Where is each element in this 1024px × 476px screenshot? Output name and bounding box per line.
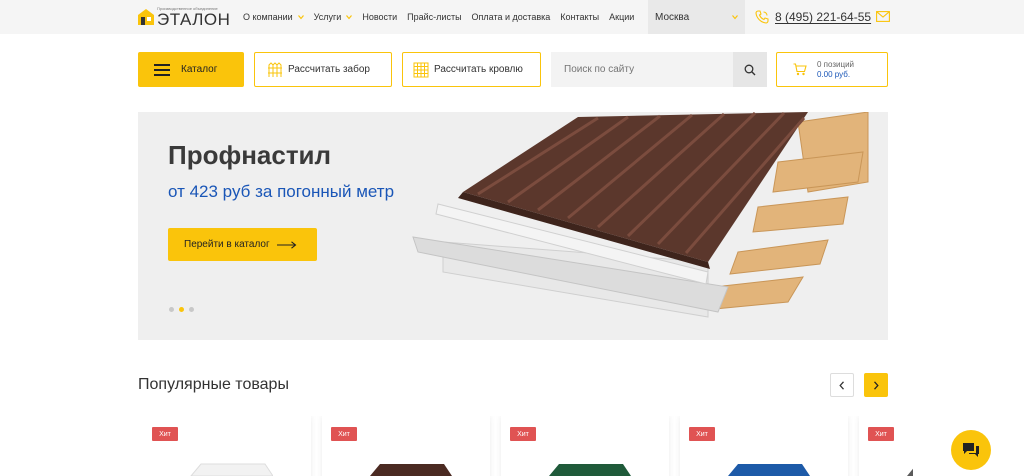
product-card[interactable]: Хит — [859, 416, 913, 476]
phone-number: 8 (495) 221-64-55 — [775, 10, 872, 24]
nav-item-company[interactable]: О компании — [243, 12, 304, 22]
chevron-right-icon — [874, 380, 879, 390]
product-image — [370, 464, 452, 476]
catalog-label: Каталог — [181, 64, 218, 75]
search-bar — [551, 52, 767, 87]
cart-icon — [793, 63, 807, 76]
product-card[interactable]: Хит — [143, 416, 311, 476]
product-card[interactable]: Хит — [680, 416, 848, 476]
roof-sheet-image — [412, 112, 869, 318]
search-button[interactable] — [733, 52, 767, 87]
hit-badge: Хит — [510, 427, 536, 441]
chevron-down-icon — [297, 15, 304, 20]
chevron-down-icon — [346, 15, 353, 20]
arrow-right-icon — [276, 240, 297, 249]
nav-item-contacts[interactable]: Контакты — [560, 12, 599, 22]
slider-dot[interactable] — [189, 307, 194, 312]
slider-dot[interactable] — [179, 307, 184, 312]
product-card[interactable]: Хит — [501, 416, 669, 476]
nav-item-payment-delivery[interactable]: Оплата и доставка — [472, 12, 551, 22]
banner-title: Профнастил — [168, 140, 332, 170]
carousel-prev-button[interactable] — [830, 373, 854, 397]
slider-dot[interactable] — [169, 307, 174, 312]
hit-badge: Хит — [868, 427, 894, 441]
menu-icon — [154, 63, 170, 76]
calculate-roof-label: Рассчитать кровлю — [434, 64, 523, 75]
nav-item-label: Прайс-листы — [407, 12, 462, 22]
phone-link[interactable]: 8 (495) 221-64-55 — [755, 9, 871, 25]
hero-banner[interactable]: Профнастил от 423 руб за погонный метр П… — [138, 112, 888, 340]
cart-sum: 0.00 руб. — [817, 69, 851, 79]
nav-item-label: Услуги — [313, 12, 342, 22]
city-select[interactable]: Москва — [648, 0, 745, 34]
calculate-roof-button[interactable]: Рассчитать кровлю — [402, 52, 541, 87]
main-nav: О компании Услуги Новости Прайс-листы Оп… — [243, 0, 644, 34]
nav-item-label: Новости — [362, 12, 398, 22]
calculate-fence-label: Рассчитать забор — [288, 64, 370, 75]
product-image — [549, 464, 631, 476]
nav-item-prices[interactable]: Прайс-листы — [407, 12, 461, 22]
product-card[interactable]: Хит — [322, 416, 490, 476]
cart-button[interactable]: 0 позиций 0.00 руб. — [776, 52, 888, 87]
slider-dots — [169, 307, 199, 312]
nav-item-label: Оплата и доставка — [471, 12, 551, 22]
product-image — [728, 464, 810, 476]
catalog-button[interactable]: Каталог — [138, 52, 244, 87]
chevron-down-icon — [732, 15, 738, 20]
product-image — [907, 468, 913, 476]
fence-icon — [268, 61, 282, 77]
go-to-catalog-label: Перейти в каталог — [184, 239, 270, 250]
nav-item-services[interactable]: Услуги — [314, 12, 353, 22]
product-image — [190, 463, 273, 476]
hit-badge: Хит — [689, 427, 715, 441]
popular-products-title: Популярные товары — [138, 376, 289, 393]
banner-subtitle: от 423 руб за погонный метр — [168, 182, 395, 201]
carousel-next-button[interactable] — [864, 373, 888, 397]
logo-text: ЭТАЛОН — [157, 9, 231, 29]
hit-badge: Хит — [152, 427, 178, 441]
city-label: Москва — [655, 11, 690, 23]
product-carousel: Хит Хит Хит Хит Хит — [143, 416, 913, 476]
hit-badge: Хит — [331, 427, 357, 441]
nav-item-promotions[interactable]: Акции — [609, 12, 634, 22]
search-input[interactable] — [551, 52, 733, 87]
calculate-fence-button[interactable]: Рассчитать забор — [254, 52, 392, 87]
logo-icon — [138, 9, 154, 25]
chevron-left-icon — [839, 380, 844, 390]
nav-item-news[interactable]: Новости — [362, 12, 397, 22]
cart-count: 0 позиций — [817, 59, 855, 69]
phone-icon — [755, 10, 769, 24]
calculator-grid-icon — [413, 62, 429, 77]
nav-item-label: О компании — [243, 12, 293, 22]
chat-icon — [963, 443, 979, 457]
mail-icon[interactable] — [876, 11, 890, 22]
search-icon — [744, 64, 756, 75]
chat-button[interactable] — [951, 430, 991, 470]
nav-item-label: Акции — [609, 12, 635, 22]
logo[interactable]: Производственное объединение ЭТАЛОН — [138, 6, 230, 28]
go-to-catalog-button[interactable]: Перейти в каталог — [168, 228, 317, 261]
nav-item-label: Контакты — [560, 12, 600, 22]
